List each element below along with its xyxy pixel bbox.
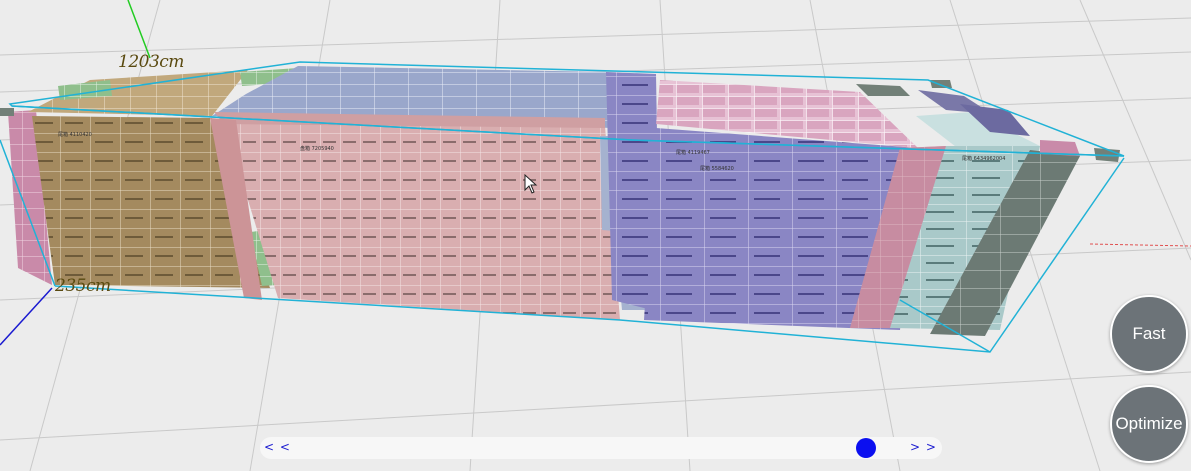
slate-top-1 — [856, 84, 910, 96]
y-axis — [127, 0, 151, 59]
x-axis — [1089, 243, 1191, 247]
optimize-button-label: Optimize — [1115, 414, 1183, 433]
width-dimension-label: 235cm — [55, 276, 111, 296]
fast-button[interactable]: Fast — [1110, 295, 1188, 373]
teal-box-label: 尾箱 6434962004 — [962, 155, 1005, 162]
pink-box-label: 盘箱 7205940 — [300, 145, 334, 152]
slider-thumb[interactable] — [855, 438, 876, 458]
mouse-pointer-icon — [524, 174, 538, 194]
fast-button-label: Fast — [1132, 324, 1166, 343]
slate-top-2 — [930, 80, 952, 88]
next-step-button[interactable]: > > — [910, 440, 937, 454]
z-axis — [0, 287, 53, 346]
optimize-button[interactable]: Optimize — [1110, 385, 1188, 463]
purple-box-label: 尾箱 5584620 — [700, 165, 734, 172]
pink-block-face — [224, 122, 620, 320]
tan-box-label: 尾箱 4110420 — [58, 131, 92, 138]
mauve-box-label: 尾箱 4119467 — [676, 149, 710, 156]
length-dimension-label: 1203cm — [118, 52, 184, 72]
previous-step-button[interactable]: < < — [264, 440, 291, 454]
load-step-slider[interactable]: < < > > — [260, 437, 942, 459]
slate-top-4 — [0, 108, 14, 116]
